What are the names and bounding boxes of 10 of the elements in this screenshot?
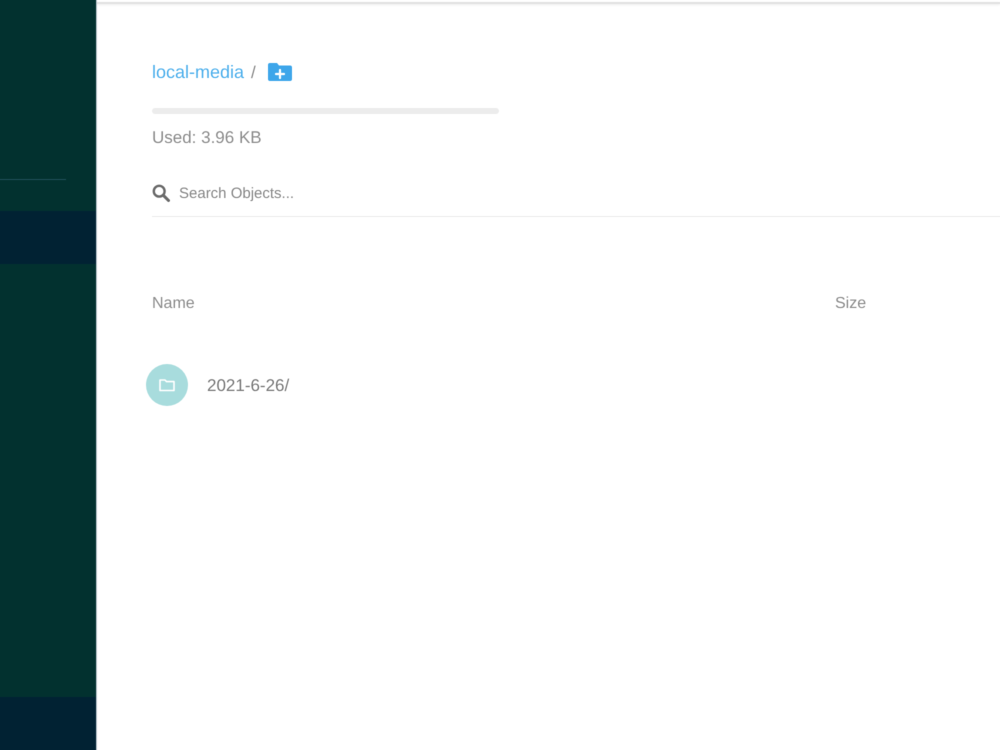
breadcrumb-separator: / bbox=[251, 64, 256, 80]
usage-text: Used: 3.96 KB bbox=[152, 127, 262, 149]
add-folder-icon[interactable] bbox=[268, 63, 292, 81]
object-name[interactable]: 2021-6-26/ bbox=[207, 376, 290, 394]
search-icon bbox=[152, 184, 170, 202]
folder-icon bbox=[146, 364, 188, 406]
column-header[interactable]: Name bbox=[152, 296, 195, 312]
bucket-link[interactable]: local-media bbox=[152, 63, 244, 81]
search-field[interactable]: Search Objects... bbox=[179, 181, 1000, 205]
column-header[interactable]: Size bbox=[835, 296, 866, 312]
